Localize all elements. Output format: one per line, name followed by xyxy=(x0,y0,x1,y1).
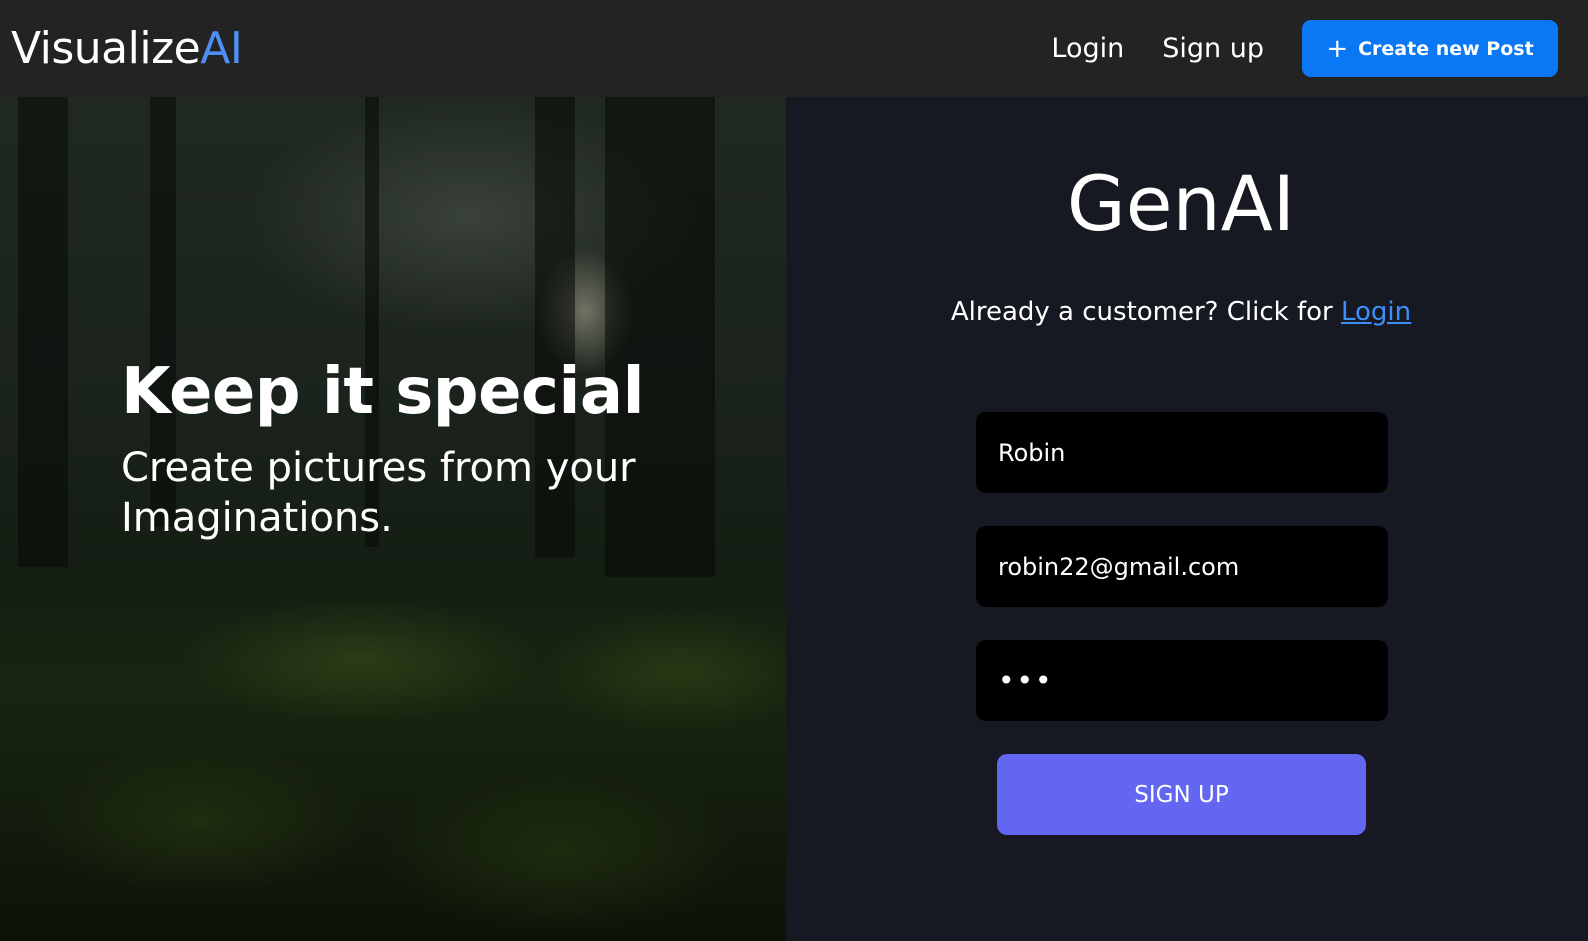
create-post-button[interactable]: + Create new Post xyxy=(1302,20,1558,77)
email-input[interactable]: robin22@gmail.com xyxy=(976,526,1388,607)
create-post-label: Create new Post xyxy=(1358,37,1534,60)
already-customer-text: Already a customer? Click for Login xyxy=(786,297,1576,327)
hero-panel: Keep it special Create pictures from you… xyxy=(0,97,786,941)
form-login-link[interactable]: Login xyxy=(1341,297,1411,327)
password-input[interactable]: ••• xyxy=(976,640,1388,721)
signup-panel: GenAI Already a customer? Click for Logi… xyxy=(786,97,1588,941)
nav-signup-link[interactable]: Sign up xyxy=(1162,33,1264,64)
name-input[interactable]: Robin xyxy=(976,412,1388,493)
logo-main: Visualize xyxy=(11,22,201,74)
hero-title: Keep it special xyxy=(121,355,645,429)
hero-subtitle: Create pictures from your Imaginations. xyxy=(121,445,636,541)
form-title: GenAI xyxy=(1066,159,1296,248)
plus-icon: + xyxy=(1326,33,1349,64)
logo[interactable]: VisualizeAI xyxy=(11,26,243,71)
nav-login-link[interactable]: Login xyxy=(1051,33,1124,64)
navbar: VisualizeAI Login Sign up + Create new P… xyxy=(0,0,1588,97)
already-customer-label: Already a customer? Click for xyxy=(950,297,1341,327)
signup-submit-button[interactable]: SIGN UP xyxy=(997,754,1366,835)
nav-actions: Login Sign up + Create new Post xyxy=(1051,20,1558,77)
logo-accent: AI xyxy=(200,22,243,74)
